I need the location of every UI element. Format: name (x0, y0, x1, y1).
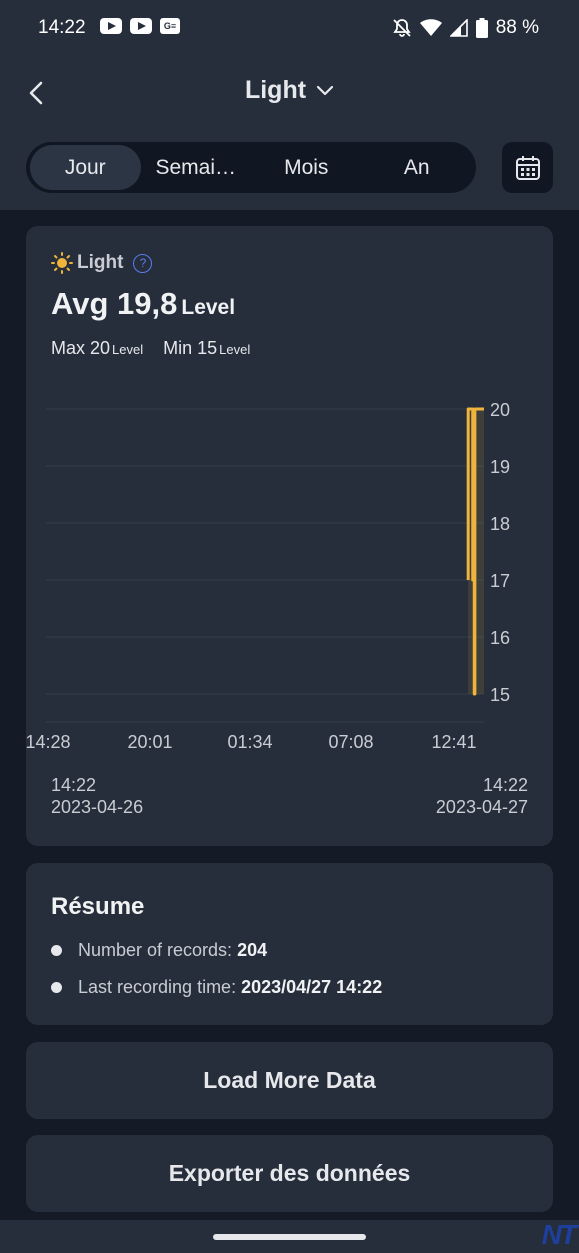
metric-header: Light ? (51, 252, 153, 274)
range-end-time: 14:22 (482, 775, 528, 795)
y-tick-label: 15 (490, 685, 510, 705)
y-tick-label: 17 (490, 571, 510, 591)
youtube-icon (100, 18, 122, 34)
page-title: Light (244, 76, 307, 104)
system-icons: 88 % (392, 17, 539, 39)
help-icon[interactable]: ? (133, 253, 153, 273)
sensor-title-dropdown[interactable]: Light (245, 76, 334, 105)
summary-card: Résume Number of records: 204 Last recor… (26, 863, 553, 1025)
min-unit: Level (219, 342, 251, 357)
watermark-logo: NT (541, 1219, 577, 1250)
status-time: 14:22 (38, 17, 86, 38)
tab-year[interactable]: An (362, 145, 473, 190)
bullet-icon (51, 982, 62, 993)
avg-unit: Level (181, 296, 236, 319)
max-unit: Level (112, 342, 144, 357)
home-indicator[interactable] (213, 1234, 366, 1240)
summary-title: Résume (51, 893, 145, 920)
chevron-down-icon (316, 85, 334, 95)
avg-label: Avg 19,8 (51, 286, 178, 321)
average-value: Avg 19,8 Level (51, 286, 235, 322)
min-label: Min 15 (163, 338, 218, 358)
load-more-button[interactable]: Load More Data (26, 1042, 553, 1119)
mute-bell-icon (393, 19, 411, 37)
sun-icon (51, 252, 73, 274)
app-header: Light Jour Semai… Mois An (0, 58, 579, 210)
period-tabs: Jour Semai… Mois An (26, 142, 476, 193)
max-label: Max 20 (51, 338, 111, 358)
last-recording-row: Last recording time: 2023/04/27 14:22 (51, 977, 382, 998)
calendar-button[interactable] (502, 142, 553, 193)
range-start: 14:22 2023-04-26 (51, 774, 143, 818)
last-recording-label: Last recording time: (78, 977, 237, 997)
light-chart[interactable]: 20 19 18 17 16 15 14:28 20:01 01:34 07:08 12:41 (26, 386, 553, 756)
x-tick-label: 20:01 (127, 732, 172, 752)
wifi-icon (419, 19, 442, 36)
last-recording-value: 2023/04/27 14:22 (241, 977, 383, 997)
range-start-date: 2023-04-26 (51, 797, 144, 817)
range-end-date: 2023-04-27 (435, 797, 528, 817)
x-tick-label: 01:34 (227, 732, 272, 752)
y-tick-label: 20 (490, 400, 510, 420)
battery-icon (475, 18, 488, 38)
chart-card: Light ? Avg 19,8 Level Max 20 Level Min 15 L… (26, 226, 553, 846)
bullet-icon (51, 945, 62, 956)
x-tick-label: 07:08 (328, 732, 373, 752)
notification-icons: G≡ (100, 18, 180, 34)
records-value: 204 (237, 940, 268, 960)
status-bar: 14:22 G≡ 88 % (0, 0, 579, 58)
y-tick-label: 19 (490, 457, 510, 477)
range-start-time: 14:22 (51, 775, 97, 795)
x-tick-label: 14:28 (26, 732, 71, 752)
y-tick-label: 18 (490, 514, 510, 534)
tab-day[interactable]: Jour (30, 145, 141, 190)
battery-percent: 88 % (495, 17, 539, 38)
records-row: Number of records: 204 (51, 940, 267, 961)
range-end: 14:22 2023-04-27 (436, 774, 528, 818)
min-max: Max 20 Level Min 15 Level (51, 338, 250, 359)
tab-month[interactable]: Mois (251, 145, 362, 190)
navigation-bar: NT (0, 1219, 579, 1253)
signal-icon (449, 19, 468, 37)
x-tick-label: 12:41 (431, 732, 476, 752)
youtube-icon (130, 18, 152, 34)
news-icon: G≡ (160, 18, 180, 34)
calendar-icon (515, 155, 540, 180)
tab-week[interactable]: Semai… (141, 145, 252, 190)
y-tick-label: 16 (490, 628, 510, 648)
metric-name: Light (77, 252, 124, 273)
export-data-button[interactable]: Exporter des données (26, 1135, 553, 1212)
records-label: Number of records: (78, 940, 233, 960)
